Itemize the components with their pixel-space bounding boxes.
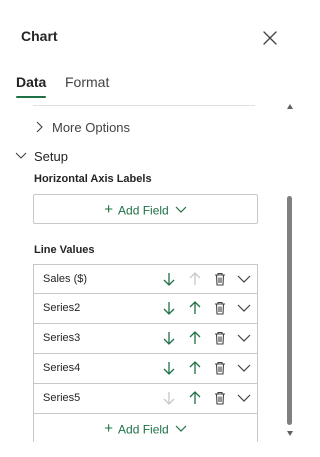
series-row: Series3 bbox=[33, 324, 258, 354]
horizontal-axis-labels-heading: Horizontal Axis Labels bbox=[34, 173, 152, 185]
trash-icon[interactable] bbox=[212, 300, 228, 316]
chevron-down-icon[interactable] bbox=[236, 330, 252, 346]
line-values-heading: Line Values bbox=[34, 244, 95, 256]
pane-title: Chart bbox=[21, 28, 58, 44]
close-button[interactable] bbox=[260, 28, 280, 48]
chevron-down-icon[interactable] bbox=[236, 390, 252, 406]
series-name: Series5 bbox=[43, 392, 81, 404]
tab-format[interactable]: Format bbox=[65, 74, 109, 90]
chevron-down-icon bbox=[175, 206, 187, 213]
scroll-down-arrow-icon[interactable] bbox=[287, 431, 293, 436]
chevron-down-icon[interactable] bbox=[236, 271, 252, 287]
arrow-up-icon[interactable] bbox=[187, 300, 203, 316]
line-values-list: Sales ($) Series2 Series3 Series4 Series… bbox=[33, 264, 258, 442]
setup-label: Setup bbox=[34, 149, 68, 164]
add-field-content: + Add Field bbox=[34, 201, 257, 219]
scroll-up-arrow-icon[interactable] bbox=[287, 104, 293, 109]
arrow-up-icon[interactable] bbox=[187, 390, 203, 406]
divider bbox=[33, 105, 255, 106]
plus-icon: + bbox=[104, 201, 114, 218]
series-name: Sales ($) bbox=[43, 273, 88, 285]
chevron-down-icon bbox=[15, 152, 27, 159]
arrow-down-icon[interactable] bbox=[161, 330, 177, 346]
trash-icon[interactable] bbox=[212, 360, 228, 376]
arrow-up-icon[interactable] bbox=[187, 330, 203, 346]
series-row: Sales ($) bbox=[33, 264, 258, 294]
add-field-label: Add Field bbox=[118, 422, 169, 437]
chevron-down-icon[interactable] bbox=[236, 300, 252, 316]
line-values-add-field-button[interactable]: + Add Field bbox=[33, 414, 258, 442]
arrow-down-icon[interactable] bbox=[161, 360, 177, 376]
series-row: Series2 bbox=[33, 294, 258, 324]
add-field-label: Add Field bbox=[118, 203, 169, 218]
series-name: Series3 bbox=[43, 332, 81, 344]
chevron-down-icon bbox=[175, 425, 187, 432]
horizontal-axis-add-field-button[interactable]: + Add Field bbox=[33, 194, 258, 224]
series-row: Series4 bbox=[33, 354, 258, 384]
chevron-down-icon[interactable] bbox=[236, 360, 252, 376]
close-icon bbox=[263, 31, 277, 45]
chevron-right-icon bbox=[36, 121, 43, 133]
trash-icon[interactable] bbox=[212, 390, 228, 406]
arrow-down-icon[interactable] bbox=[161, 300, 177, 316]
settings-scroll-area: More Options Setup Horizontal Axis Label… bbox=[0, 100, 284, 442]
trash-icon[interactable] bbox=[212, 330, 228, 346]
chart-task-pane: Chart Data Format More Options Setup Hor… bbox=[0, 0, 296, 457]
more-options-label: More Options bbox=[52, 120, 131, 135]
arrow-down-icon[interactable] bbox=[161, 271, 177, 287]
tab-data[interactable]: Data bbox=[16, 74, 46, 90]
add-field-content: + Add Field bbox=[34, 420, 257, 438]
vertical-scrollbar[interactable] bbox=[284, 100, 296, 442]
trash-icon[interactable] bbox=[212, 271, 228, 287]
plus-icon: + bbox=[104, 420, 114, 437]
series-row: Series5 bbox=[33, 384, 258, 414]
arrow-down-icon[interactable] bbox=[161, 390, 177, 406]
series-name: Series2 bbox=[43, 302, 81, 314]
arrow-up-icon[interactable] bbox=[187, 360, 203, 376]
series-name: Series4 bbox=[43, 362, 81, 374]
selected-tab-indicator bbox=[16, 96, 46, 98]
arrow-up-icon[interactable] bbox=[187, 271, 203, 287]
scrollbar-thumb[interactable] bbox=[287, 196, 292, 425]
